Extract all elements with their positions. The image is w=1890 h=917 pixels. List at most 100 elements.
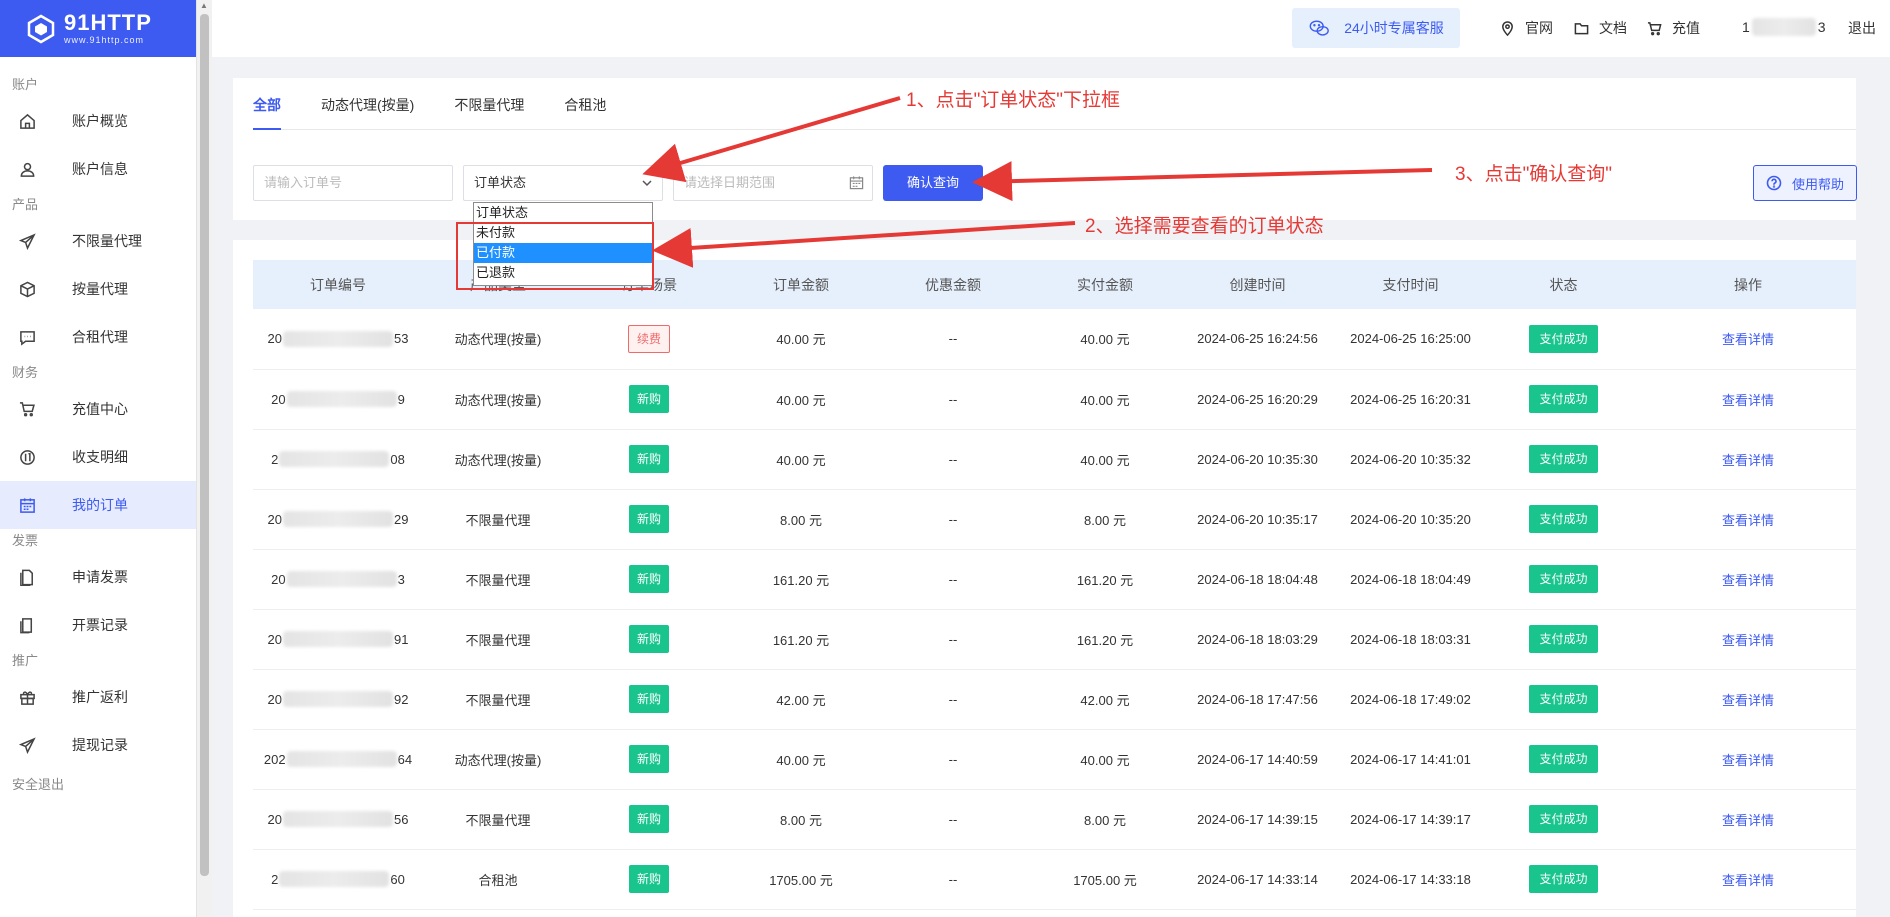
sidebar-item[interactable]: 不限量代理 [0,217,196,265]
sidebar-item[interactable]: 收支明细 [0,433,196,481]
view-details-link[interactable]: 查看详情 [1722,453,1774,468]
order-scene-tag: 新购 [628,505,669,533]
sidebar-scrollbar-thumb[interactable] [200,14,209,876]
logout-menu-item[interactable]: 安全退出 [0,773,196,797]
view-details-link[interactable]: 查看详情 [1722,633,1774,648]
discount-amount: -- [948,871,958,887]
created-time: 2024-06-17 14:33:14 [1197,871,1318,887]
view-details-link[interactable]: 查看详情 [1722,513,1774,528]
docs-label: 文档 [1599,20,1627,36]
order-number-redacted [286,391,397,407]
view-details-link[interactable]: 查看详情 [1722,393,1774,408]
date-range-placeholder: 请选择日期范围 [684,175,776,190]
view-details-link[interactable]: 查看详情 [1722,573,1774,588]
order-number-end: 29 [394,511,409,527]
sidebar-group-label: 发票 [12,533,39,548]
calendar-icon [18,496,36,514]
paid-amount: 40.00 元 [1080,332,1130,348]
customer-service-label: 24小时专属客服 [1344,20,1444,36]
confirm-query-button[interactable]: 确认查询 [883,165,983,201]
view-details-link[interactable]: 查看详情 [1722,873,1774,888]
order-number-end: 53 [394,331,409,347]
official-site-link[interactable]: 官网 [1500,18,1553,38]
question-circle-icon [1766,175,1782,191]
tab-all[interactable]: 全部 [253,90,281,130]
brand-logo[interactable]: 91HTTP www.91http.com [0,0,196,57]
chat-icon [18,328,36,346]
recharge-link[interactable]: 充值 [1647,18,1700,38]
sidebar-item-label: 账户信息 [72,161,128,177]
table-row: 2 60 合租池 新购 1705.00 元 -- 1705.00 元 2024-… [253,849,1856,909]
sidebar-item[interactable]: 提现记录 [0,721,196,769]
sidebar-item[interactable]: 按量代理 [0,265,196,313]
user-account-id[interactable]: 1 3 [1742,18,1826,36]
logout-link[interactable]: 退出 [1848,18,1876,38]
order-number-redacted [283,330,393,347]
official-site-label: 官网 [1525,20,1553,36]
sidebar-item[interactable]: 我的订单 [0,481,196,529]
sidebar-item[interactable]: 推广返利 [0,673,196,721]
order-number-input[interactable]: 请输入订单号 [253,165,453,201]
tab-shared-pool[interactable]: 合租池 [564,90,606,130]
order-number-end: 9 [397,391,405,407]
paid-amount: 40.00 元 [1080,392,1130,408]
order-number-end: 60 [390,871,405,887]
sidebar-item[interactable]: 开票记录 [0,601,196,649]
user-id-end: 3 [1817,19,1826,35]
product-type: 动态代理(按量) [454,392,542,408]
help-button[interactable]: 使用帮助 [1753,165,1857,201]
column-header: 实付金额 [1077,276,1133,293]
order-amount: 40.00 元 [776,752,826,768]
discount-amount: -- [948,691,958,707]
column-header: 创建时间 [1229,276,1286,293]
table-row: 20 29 不限量代理 新购 8.00 元 -- 8.00 元 2024-06-… [253,489,1856,549]
order-number-redacted [279,451,390,467]
gift-icon [18,688,36,706]
scroll-up-icon[interactable]: ▲ [200,2,208,10]
order-number: 20 9 [271,391,405,407]
sidebar-item[interactable]: 账户信息 [0,145,196,193]
sidebar-item[interactable]: 合租代理 [0,313,196,361]
order-scene-tag: 新购 [628,625,669,653]
date-range-input[interactable]: 请选择日期范围 [673,165,873,201]
view-details-link[interactable]: 查看详情 [1722,332,1774,347]
order-number-redacted [283,811,393,827]
payment-time: 2024-06-17 14:39:17 [1350,811,1471,827]
view-details-link[interactable]: 查看详情 [1722,753,1774,768]
orders-panel: 订单编号产品类型订单场景订单金额优惠金额实付金额创建时间支付时间状态操作 20 … [233,240,1856,917]
order-amount: 161.20 元 [772,572,830,588]
dropdown-option[interactable]: 订单状态 [474,203,652,223]
sidebar-item-label: 提现记录 [72,737,128,753]
calendar-icon [849,176,864,190]
column-header: 支付时间 [1382,276,1439,293]
sidebar-item-label: 按量代理 [72,281,128,297]
sidebar-item[interactable]: 账户概览 [0,97,196,145]
discount-amount: -- [948,331,958,347]
column-header: 订单编号 [310,276,366,293]
sidebar-item-label: 开票记录 [72,617,128,633]
discount-amount: -- [948,571,958,587]
tab-unlimited-proxy[interactable]: 不限量代理 [454,90,524,130]
status-badge: 支付成功 [1529,505,1598,533]
status-badge: 支付成功 [1529,324,1598,353]
docs-link[interactable]: 文档 [1574,18,1627,38]
order-number-end: 08 [390,451,405,467]
status-badge: 支付成功 [1529,625,1598,653]
customer-service-button[interactable]: 24小时专属客服 [1292,8,1460,48]
order-number-start: 20 [267,331,282,347]
table-row: 20 91 不限量代理 新购 161.20 元 -- 161.20 元 2024… [253,609,1856,669]
sidebar-item[interactable]: 充值中心 [0,385,196,433]
created-time: 2024-06-17 14:40:59 [1197,751,1318,767]
payment-time: 2024-06-25 16:20:31 [1350,391,1471,407]
view-details-link[interactable]: 查看详情 [1722,693,1774,708]
cart-icon [18,400,36,418]
order-amount: 40.00 元 [776,452,826,468]
payment-time: 2024-06-25 16:25:00 [1350,331,1471,347]
sidebar-item[interactable]: 申请发票 [0,553,196,601]
payment-time: 2024-06-18 18:04:49 [1350,571,1471,587]
tab-dynamic-proxy[interactable]: 动态代理(按量) [321,90,414,130]
order-number-start: 20 [267,691,282,707]
order-status-select[interactable]: 订单状态 [463,165,663,201]
view-details-link[interactable]: 查看详情 [1722,813,1774,828]
table-row: 2 08 动态代理(按量) 新购 40.00 元 -- 40.00 元 2024… [253,429,1856,489]
